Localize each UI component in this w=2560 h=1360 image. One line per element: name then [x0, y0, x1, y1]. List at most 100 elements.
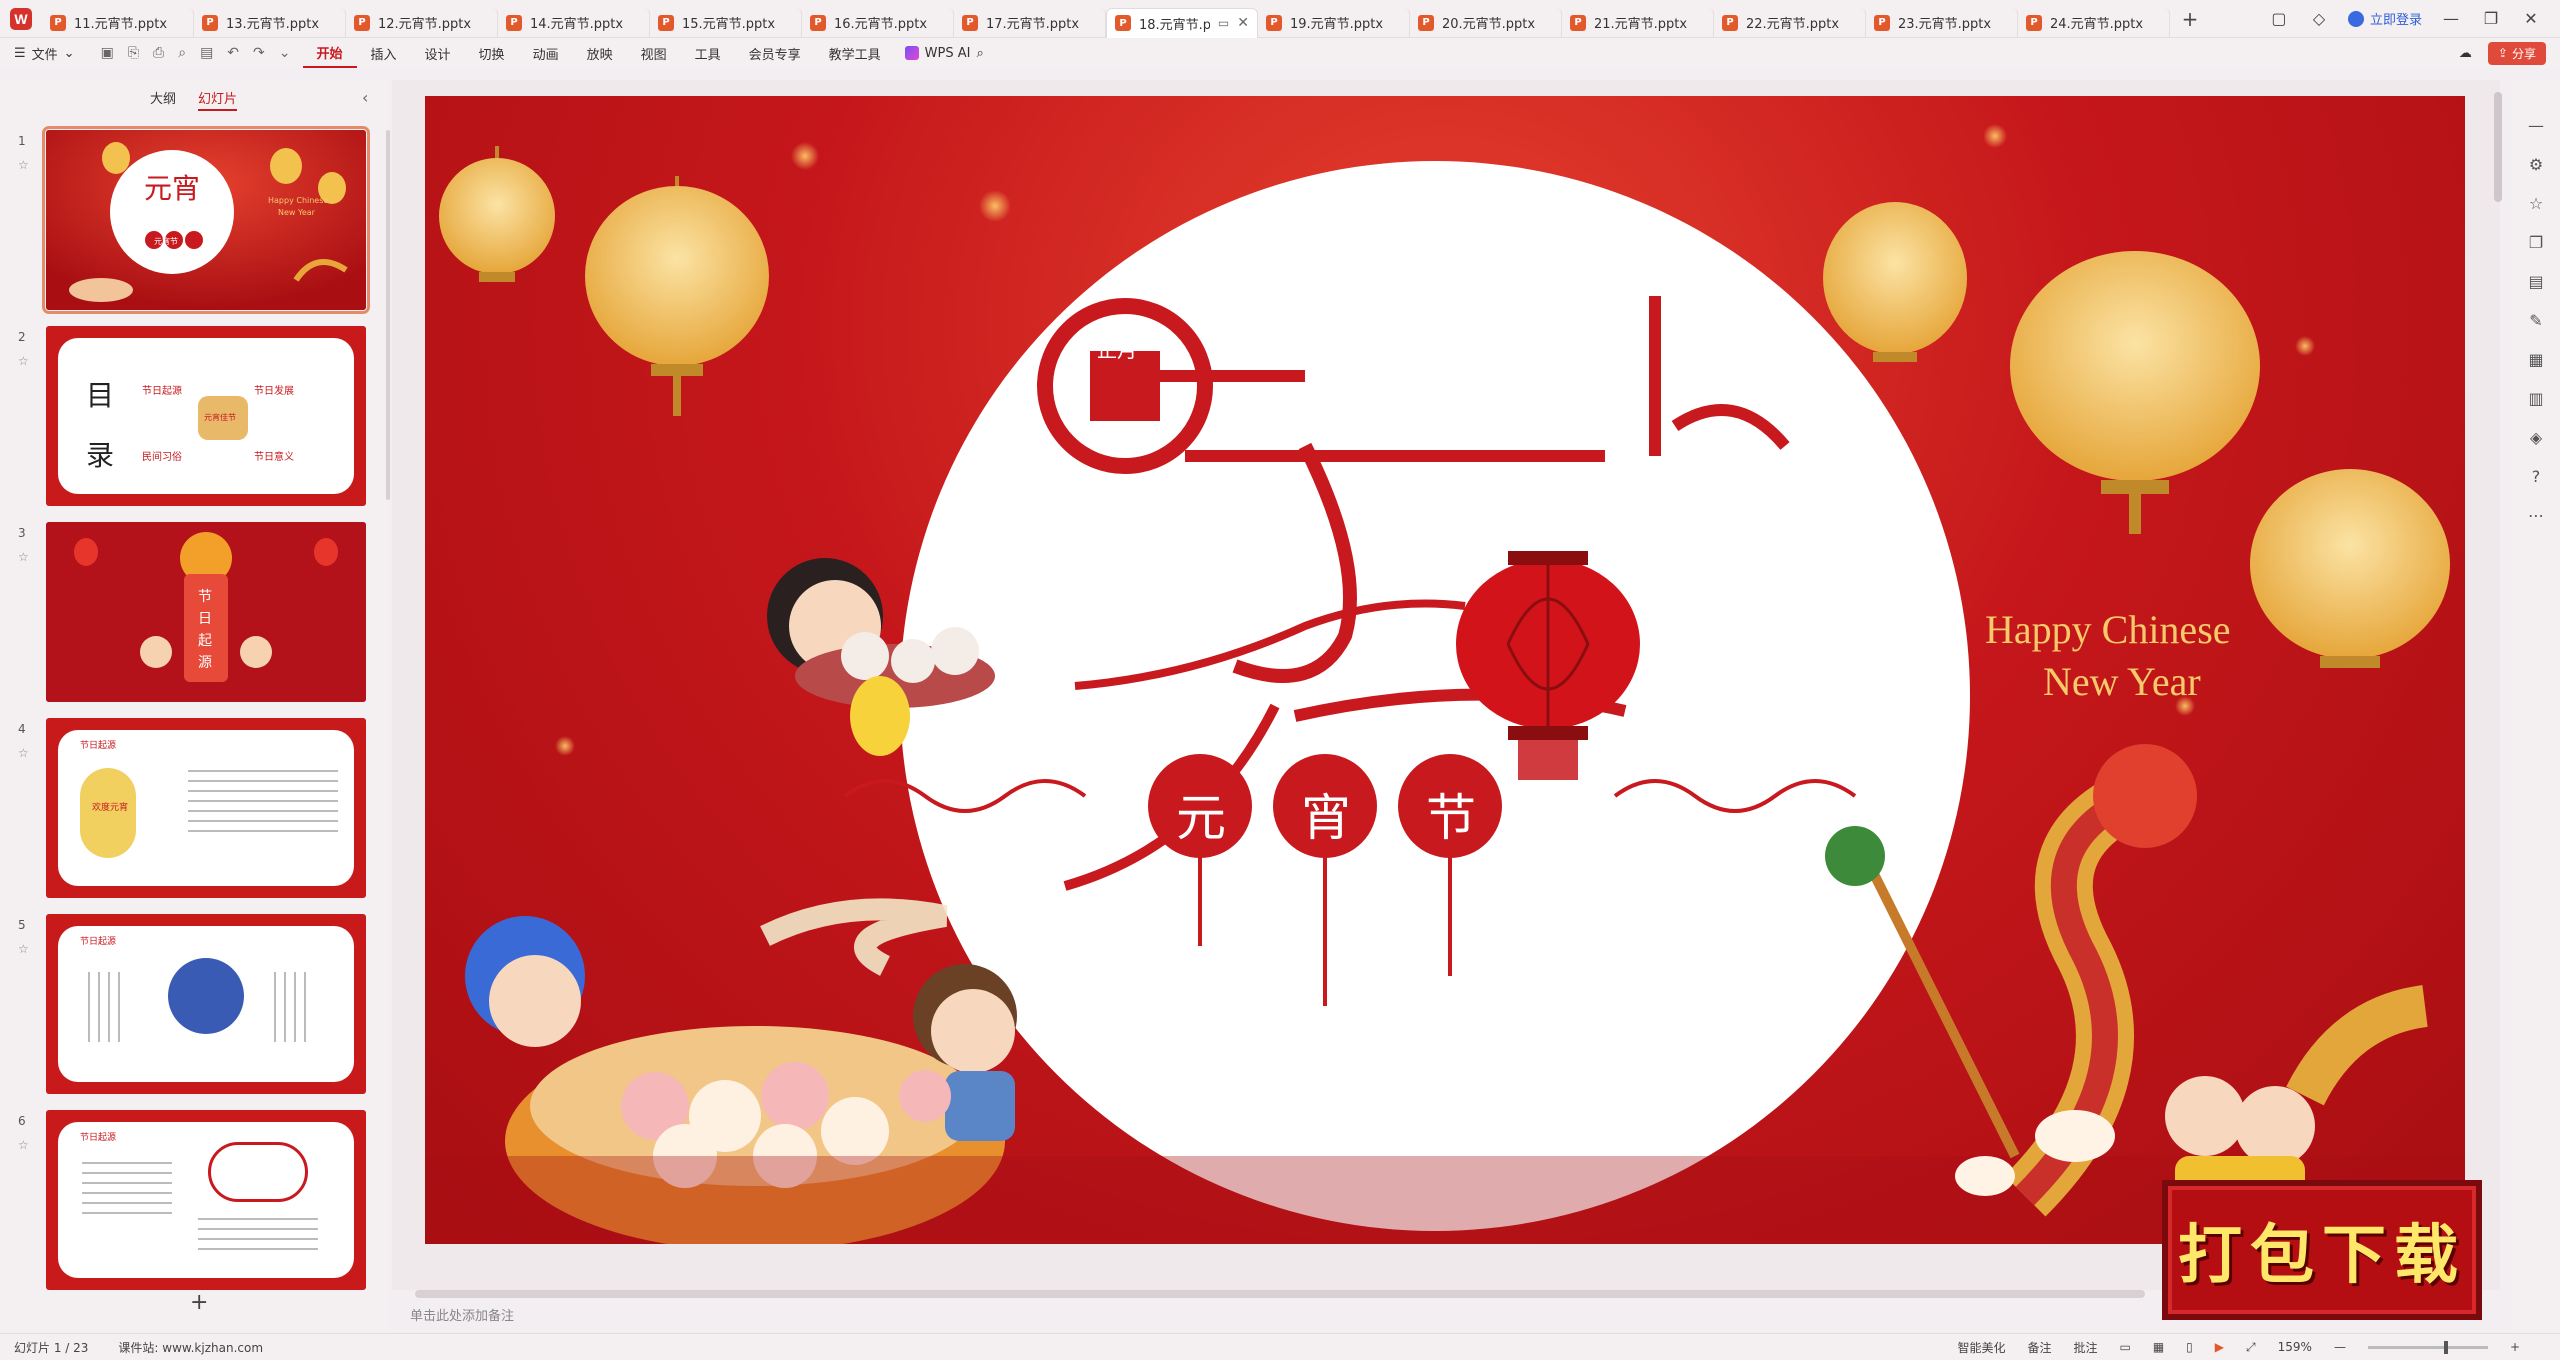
ribbon-tab[interactable]: 设计: [411, 38, 465, 68]
window-layout-icon[interactable]: ▢: [2268, 9, 2290, 28]
ribbon-tab[interactable]: 插入: [357, 38, 411, 68]
book-icon[interactable]: ▥: [2528, 389, 2543, 408]
zoom-slider-knob[interactable]: [2443, 1340, 2448, 1354]
file-tab[interactable]: P 23.元宵节.pptx: [1866, 7, 2018, 38]
panel-scrollbar[interactable]: [386, 130, 390, 500]
file-tab[interactable]: P 14.元宵节.pptx: [498, 7, 650, 38]
slide-thumbnail-5[interactable]: 节日起源: [46, 914, 366, 1094]
file-tab[interactable]: P 19.元宵节.pptx: [1258, 7, 1410, 38]
file-tab[interactable]: P 21.元宵节.pptx: [1562, 7, 1714, 38]
layers-icon[interactable]: ▤: [2528, 272, 2543, 291]
restore-button[interactable]: ❐: [2480, 9, 2502, 28]
tab-slides[interactable]: 幻灯片: [198, 88, 238, 111]
comments-button[interactable]: 批注: [2073, 1339, 2097, 1356]
cube-icon[interactable]: ◇: [2308, 9, 2330, 28]
share-button[interactable]: ⇪ 分享: [2487, 41, 2546, 65]
more-icon[interactable]: ⌄: [279, 45, 291, 61]
file-tab[interactable]: P 17.元宵节.pptx: [954, 7, 1106, 38]
add-slide-button[interactable]: +: [190, 1290, 208, 1315]
file-tab[interactable]: P 22.元宵节.pptx: [1714, 7, 1866, 38]
collapse-panel-icon[interactable]: ‹: [362, 88, 368, 107]
ribbon-tab[interactable]: 开始: [302, 38, 357, 68]
file-tab[interactable]: P 16.元宵节.pptx: [802, 7, 954, 38]
new-tab-button[interactable]: +: [2170, 7, 2210, 31]
open-icon[interactable]: ⎘: [128, 45, 139, 61]
cloud-sync-icon[interactable]: ☁: [2459, 46, 2472, 61]
ppt-file-icon: P: [1115, 15, 1131, 31]
ribbon-tab[interactable]: 放映: [573, 38, 627, 68]
zoom-level[interactable]: 159%: [2278, 1340, 2312, 1354]
vertical-scrollbar[interactable]: [2494, 92, 2502, 202]
file-tab[interactable]: P 18.元宵节.p ▭ ✕: [1106, 7, 1258, 38]
copy-icon[interactable]: ❐: [2529, 233, 2543, 252]
ribbon-tab[interactable]: 动画: [519, 38, 573, 68]
play-icon[interactable]: ▶: [2215, 1340, 2224, 1354]
undo-icon[interactable]: ↶: [227, 45, 239, 61]
slide-thumbnail-6[interactable]: 节日起源: [46, 1110, 366, 1290]
ribbon-tab[interactable]: 会员专享: [735, 38, 815, 68]
download-package-badge[interactable]: 打包下载: [2162, 1180, 2482, 1320]
zoom-in-button[interactable]: +: [2510, 1340, 2520, 1354]
more-icon[interactable]: ⋯: [2528, 506, 2544, 525]
reading-view-icon[interactable]: ▯: [2186, 1340, 2193, 1354]
table-icon[interactable]: ▦: [2528, 350, 2543, 369]
fit-icon[interactable]: ⤢: [2246, 1340, 2256, 1355]
notes-toggle-button[interactable]: 备注: [2027, 1339, 2051, 1356]
ribbon-tab[interactable]: 切换: [465, 38, 519, 68]
ppt-file-icon: P: [658, 14, 674, 31]
minus-icon[interactable]: —: [2528, 116, 2544, 135]
adjust-icon[interactable]: ⚙: [2529, 155, 2543, 174]
slide-thumbnail-3[interactable]: 节 日 起 源: [46, 522, 366, 702]
star-icon[interactable]: ☆: [18, 1138, 29, 1152]
file-tab-label: 13.元宵节.pptx: [226, 17, 320, 32]
star-icon[interactable]: ☆: [2529, 194, 2543, 213]
preview-icon[interactable]: ⌕: [178, 45, 186, 61]
help-icon[interactable]: ?: [2532, 467, 2541, 486]
slide-thumbnail-1[interactable]: 元宵 Happy Chinese New Year 元宵节: [42, 126, 370, 314]
login-button[interactable]: 立即登录: [2347, 9, 2422, 28]
file-menu-button[interactable]: ☰ 文件 ⌄: [0, 44, 89, 63]
normal-view-icon[interactable]: ▭: [2119, 1340, 2130, 1354]
close-window-button[interactable]: ✕: [2520, 9, 2542, 28]
wps-ai-button[interactable]: WPS AI ⌕: [895, 46, 994, 61]
file-tab[interactable]: P 20.元宵节.pptx: [1410, 7, 1562, 38]
smart-beautify-button[interactable]: 智能美化: [1957, 1339, 2005, 1356]
ribbon-tab[interactable]: 视图: [627, 38, 681, 68]
thumb-body-text: [82, 1162, 172, 1222]
star-icon[interactable]: ☆: [18, 354, 29, 368]
minimize-button[interactable]: —: [2440, 9, 2462, 28]
redo-icon[interactable]: ↷: [253, 45, 265, 61]
zoom-out-button[interactable]: —: [2334, 1340, 2346, 1354]
slide-thumbnail-2[interactable]: 目 录 节日起源 节日发展 民间习俗 节日意义 元宵佳节: [46, 326, 366, 506]
file-tab[interactable]: P 12.元宵节.pptx: [346, 7, 498, 38]
save-icon[interactable]: ▣: [101, 45, 114, 61]
tab-outline[interactable]: 大纲: [150, 88, 176, 111]
file-tab[interactable]: P 11.元宵节.pptx: [42, 7, 194, 38]
current-slide[interactable]: 正月 元宵 元 宵 节 Happy Chinese New Year: [425, 96, 2465, 1244]
file-tab[interactable]: P 24.元宵节.pptx: [2018, 7, 2170, 38]
zoom-slider[interactable]: [2367, 1340, 2488, 1354]
star-icon[interactable]: ☆: [18, 158, 29, 172]
chevron-down-icon: ⌄: [63, 45, 75, 61]
horizontal-scrollbar[interactable]: [415, 1290, 2145, 1298]
star-icon[interactable]: ☆: [18, 550, 29, 564]
ppt-file-icon: P: [202, 14, 218, 31]
ribbon-tab[interactable]: 工具: [681, 38, 735, 68]
search-icon[interactable]: ⌕: [976, 46, 983, 61]
slide-thumbnail-4[interactable]: 节日起源 欢度元宵: [46, 718, 366, 898]
shapes-icon[interactable]: ◈: [2530, 428, 2542, 447]
close-tab-icon[interactable]: ✕: [1237, 15, 1249, 31]
grid-view-icon[interactable]: ▦: [2153, 1340, 2164, 1354]
monitor-icon[interactable]: ▭: [1218, 16, 1229, 30]
file-tab[interactable]: P 13.元宵节.pptx: [194, 7, 346, 38]
star-icon[interactable]: ☆: [18, 942, 29, 956]
file-tab-label: 15.元宵节.pptx: [682, 17, 776, 32]
format-icon[interactable]: ▤: [200, 45, 213, 61]
brush-icon[interactable]: ✎: [2529, 311, 2542, 330]
file-tab[interactable]: P 15.元宵节.pptx: [650, 7, 802, 38]
notes-placeholder[interactable]: 单击此处添加备注: [410, 1305, 514, 1324]
star-icon[interactable]: ☆: [18, 746, 29, 760]
print-icon[interactable]: ⎙: [153, 45, 164, 61]
ribbon-tab[interactable]: 教学工具: [815, 38, 895, 68]
wps-logo-icon[interactable]: W: [0, 0, 42, 38]
